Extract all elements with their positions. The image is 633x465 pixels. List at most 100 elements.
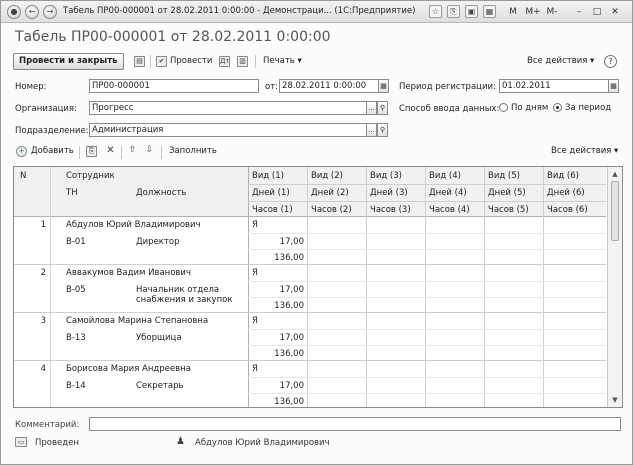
memory-button[interactable]: M: [507, 5, 519, 19]
move-up-icon[interactable]: ⇧: [127, 146, 138, 157]
department-field[interactable]: Администрация: [89, 123, 367, 137]
scroll-down-icon[interactable]: ▼: [610, 395, 620, 405]
header-kind-1[interactable]: Вид (1): [252, 171, 284, 181]
print-menu[interactable]: Печать ▾: [263, 53, 302, 70]
row-number: 2: [40, 268, 46, 278]
header-days-3[interactable]: Дней (3): [370, 188, 408, 198]
header-days-2[interactable]: Дней (2): [311, 188, 349, 198]
period-label: Период регистрации:: [399, 82, 496, 92]
header-kind-5[interactable]: Вид (5): [488, 171, 520, 181]
header-hours-2[interactable]: Часов (2): [311, 205, 352, 215]
organization-field[interactable]: Прогресс: [89, 101, 367, 115]
save-icon[interactable]: ▣: [465, 5, 478, 18]
post-icon[interactable]: ✔: [156, 56, 167, 67]
row-number: 1: [40, 220, 46, 230]
toolbar-separator: [79, 146, 80, 159]
maximize-button[interactable]: □: [591, 5, 603, 19]
header-hours-5[interactable]: Часов (5): [488, 205, 529, 215]
period-field[interactable]: 01.02.2011: [499, 79, 609, 93]
posted-status-icon: ▭: [15, 437, 27, 447]
date-label: от:: [265, 82, 279, 92]
comment-label: Комментарий:: [15, 420, 80, 430]
fill-button[interactable]: Заполнить: [169, 143, 217, 160]
user-icon: ♟: [176, 436, 185, 447]
add-icon[interactable]: +: [16, 146, 27, 157]
header-kind-2[interactable]: Вид (2): [311, 171, 343, 181]
memory-plus-button[interactable]: M+: [525, 5, 541, 19]
header-days-4[interactable]: Дней (4): [429, 188, 467, 198]
header-hours-6[interactable]: Часов (6): [547, 205, 588, 215]
header-days-1[interactable]: Дней (1): [252, 188, 290, 198]
minimize-button[interactable]: –: [573, 5, 585, 19]
table-scrollbar[interactable]: ▲ ▼: [607, 167, 622, 407]
header-days-5[interactable]: Дней (5): [488, 188, 526, 198]
report-icon[interactable]: ▥: [237, 56, 248, 67]
department-open-icon[interactable]: ⚲: [377, 123, 388, 137]
post-and-close-button[interactable]: Провести и закрыть: [13, 53, 124, 70]
back-icon[interactable]: ←: [25, 5, 39, 19]
toolbar-separator: [255, 55, 256, 68]
close-button[interactable]: ✕: [609, 5, 621, 19]
employee-position: Директор: [136, 237, 180, 247]
department-select-button[interactable]: …: [366, 123, 377, 137]
table-row[interactable]: 3 Самойлова Марина Степановна В-13 Уборщица…: [14, 313, 606, 361]
header-kind-3[interactable]: Вид (3): [370, 171, 402, 181]
hours-1-value: 136,00: [274, 397, 304, 407]
author-name: Абдулов Юрий Владимирович: [195, 438, 330, 448]
organization-label: Организация:: [15, 104, 77, 114]
timesheet-table[interactable]: N Сотрудник ТН Должность Вид (1) Вид (2) В…: [13, 166, 623, 408]
post-button[interactable]: Провести: [170, 53, 212, 70]
radio-for-period[interactable]: [553, 103, 562, 112]
comment-field[interactable]: [89, 417, 621, 431]
help-icon[interactable]: ?: [604, 55, 617, 68]
hours-1-value: 136,00: [274, 253, 304, 263]
scroll-thumb[interactable]: [611, 181, 619, 241]
organization-select-button[interactable]: …: [366, 101, 377, 115]
employee-tn: В-05: [66, 285, 86, 295]
page-title: Табель ПР00-000001 от 28.02.2011 0:00:00: [15, 29, 331, 45]
organization-open-icon[interactable]: ⚲: [377, 101, 388, 115]
calendar-icon[interactable]: ▦: [378, 79, 389, 93]
header-days-6[interactable]: Дней (6): [547, 188, 585, 198]
header-hours-4[interactable]: Часов (4): [429, 205, 470, 215]
calculator-icon[interactable]: ▦: [483, 5, 496, 18]
header-position[interactable]: Должность: [136, 188, 186, 198]
days-1-value: 17,00: [279, 333, 304, 343]
window-title: Табель ПР00-000001 от 28.02.2011 0:00:00…: [63, 6, 416, 16]
header-hours-1[interactable]: Часов (1): [252, 205, 293, 215]
header-employee[interactable]: Сотрудник: [66, 171, 115, 181]
employee-name: Аввакумов Вадим Иванович: [66, 268, 191, 278]
employee-position: Начальник отдела снабжения и закупок: [136, 285, 233, 305]
delete-icon[interactable]: ✕: [105, 146, 116, 157]
header-kind-4[interactable]: Вид (4): [429, 171, 461, 181]
table-row[interactable]: 1 Абдулов Юрий Владимирович В-01 Директор Я 1…: [14, 217, 606, 265]
department-label: Подразделение:: [15, 126, 89, 136]
movements-icon[interactable]: Дт: [219, 56, 230, 67]
memory-minus-button[interactable]: M-: [545, 5, 559, 19]
forward-icon[interactable]: →: [43, 5, 57, 19]
number-field[interactable]: ПР00-000001: [89, 79, 259, 93]
header-kind-6[interactable]: Вид (6): [547, 171, 579, 181]
table-all-actions-menu[interactable]: Все действия ▾: [551, 143, 618, 160]
row-number: 3: [40, 316, 46, 326]
app-menu-icon[interactable]: ●: [7, 5, 21, 19]
header-n[interactable]: N: [20, 171, 26, 181]
date-field[interactable]: 28.02.2011 0:00:00: [279, 79, 379, 93]
header-hours-3[interactable]: Часов (3): [370, 205, 411, 215]
radio-by-days[interactable]: [499, 103, 508, 112]
all-actions-menu[interactable]: Все действия ▾: [527, 53, 594, 70]
table-row[interactable]: 4 Борисова Мария Андреевна В-14 Секретарь Я 1…: [14, 361, 606, 407]
table-row[interactable]: 2 Аввакумов Вадим Иванович В-05 Начальник о…: [14, 265, 606, 313]
move-down-icon[interactable]: ⇩: [144, 146, 155, 157]
save-doc-icon[interactable]: ▤: [134, 56, 145, 67]
copy-row-icon[interactable]: ⎘: [86, 146, 97, 157]
copy-icon[interactable]: ⎘: [447, 5, 460, 18]
row-number: 4: [40, 364, 46, 374]
add-button[interactable]: Добавить: [31, 143, 74, 160]
scroll-up-icon[interactable]: ▲: [610, 169, 620, 179]
title-bar: ● ← → Табель ПР00-000001 от 28.02.2011 0…: [1, 1, 632, 23]
favorites-icon[interactable]: ☆: [429, 5, 442, 18]
main-toolbar: Провести и закрыть ▤ ✔ Провести Дт ▥ Печ…: [13, 53, 623, 71]
period-calendar-icon[interactable]: ▦: [608, 79, 619, 93]
header-tn[interactable]: ТН: [66, 188, 78, 198]
